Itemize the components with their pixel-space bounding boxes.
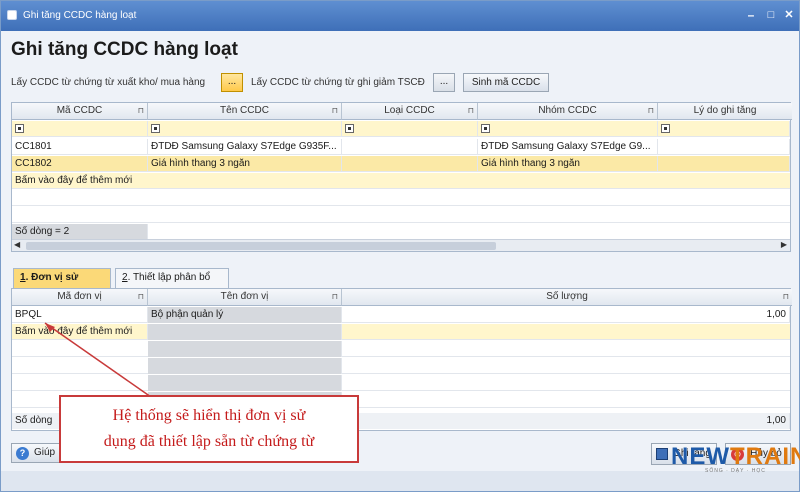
callout-box: Hệ thống sẽ hiển thị đơn vị sử dụng đã t… <box>59 395 359 463</box>
callout-line-2: dụng đã thiết lập sẵn từ chứng từ <box>103 433 315 450</box>
dialog-window: Ghi tăng CCDC hàng loạt – □ ✕ Ghi tăng C… <box>0 0 800 492</box>
callout-line-1: Hệ thống sẽ hiển thị đơn vị sử <box>112 407 306 424</box>
newtrain-logo: NEWTRAIN SỐNG · DẠY · HỌC <box>671 443 800 474</box>
